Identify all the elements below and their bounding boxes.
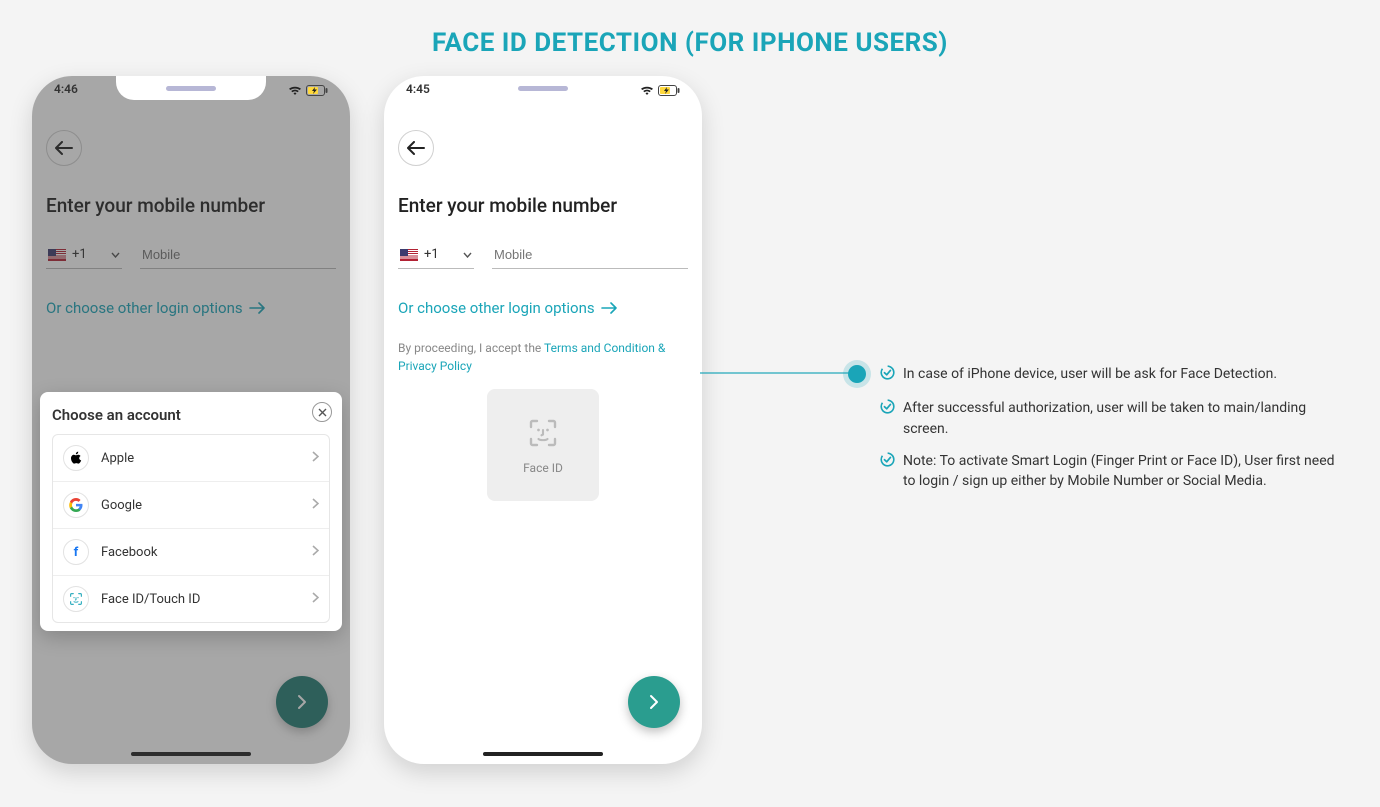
faceid-label: Face ID [523,461,563,475]
phone-notch [468,76,618,100]
screen-content: Enter your mobile number +1 Or choose ot… [384,76,702,764]
status-time: 4:46 [54,82,78,102]
battery-icon [306,85,328,99]
phone-mockup-1: 4:46 Enter your mobile number +1 [32,76,350,764]
us-flag-icon [400,249,418,261]
country-code-value: +1 [424,247,439,262]
chevron-right-icon [312,498,319,513]
close-icon [318,408,327,417]
sheet-title: Choose an account [52,406,330,424]
battery-icon [658,85,680,99]
other-login-label: Or choose other login options [398,299,595,317]
account-label: Face ID/Touch ID [101,592,200,607]
account-list: Apple Google f Facebook [52,434,330,623]
account-label: Google [101,498,142,513]
annotation-connector [700,372,855,374]
terms-text: By proceeding, I accept the Terms and Co… [398,339,688,375]
note-item: After successful authorization, user wil… [880,398,1350,439]
country-code-select[interactable]: +1 [398,241,474,269]
note-item: Note: To activate Smart Login (Finger Pr… [880,451,1350,492]
phone-notch [116,76,266,100]
account-item-apple[interactable]: Apple [53,435,329,482]
facebook-icon: f [63,539,89,565]
wifi-icon [288,85,302,99]
next-button[interactable] [628,676,680,728]
note-text: In case of iPhone device, user will be a… [903,364,1277,386]
close-button[interactable] [312,402,332,422]
screen-heading: Enter your mobile number [398,194,688,217]
note-text: Note: To activate Smart Login (Finger Pr… [903,451,1350,492]
home-indicator [483,752,603,756]
account-label: Apple [101,451,134,466]
account-label: Facebook [101,545,157,560]
check-icon [880,399,895,439]
account-item-google[interactable]: Google [53,482,329,529]
back-button[interactable] [398,130,434,166]
other-login-link[interactable]: Or choose other login options [398,299,688,317]
faceid-prompt[interactable]: Face ID [487,389,599,501]
chevron-right-icon [649,694,659,710]
chevron-down-icon [463,252,472,258]
account-item-faceid[interactable]: Face ID/Touch ID [53,576,329,622]
arrow-left-icon [407,141,425,155]
apple-icon [63,445,89,471]
note-text: After successful authorization, user wil… [903,398,1350,439]
page-title: FACE ID DETECTION (FOR IPHONE USERS) [0,0,1380,76]
google-icon [63,492,89,518]
choose-account-sheet: Choose an account Apple Google [40,392,342,631]
check-icon [880,365,895,386]
note-item: In case of iPhone device, user will be a… [880,364,1350,386]
mobile-input[interactable] [492,241,688,269]
wifi-icon [640,85,654,99]
annotation-marker [848,365,866,383]
terms-prefix: By proceeding, I accept the [398,341,544,355]
faceid-icon [63,586,89,612]
chevron-right-icon [312,451,319,466]
phone-mockup-2: 4:45 Enter your mobile number +1 [384,76,702,764]
account-item-facebook[interactable]: f Facebook [53,529,329,576]
chevron-right-icon [312,545,319,560]
annotation-notes: In case of iPhone device, user will be a… [880,364,1350,503]
faceid-icon [525,415,561,451]
arrow-right-icon [601,302,617,314]
chevron-right-icon [312,592,319,607]
check-icon [880,452,895,492]
status-time: 4:45 [406,82,430,102]
